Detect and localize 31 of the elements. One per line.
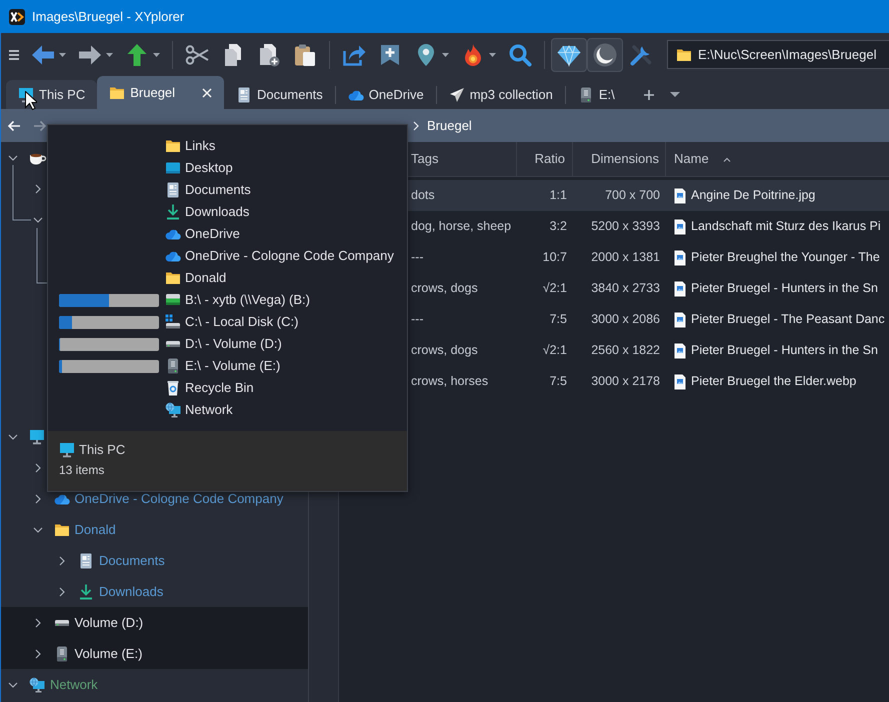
- tags-text: dog, horse, sheep: [411, 219, 512, 234]
- dimensions-text: 700 x 700: [605, 188, 660, 203]
- file-name: Pieter Bruegel - Hunters in the Sn: [691, 343, 878, 358]
- file-name: Landschaft mit Sturz des Ikarus Pi: [691, 219, 881, 234]
- ratio-text: √2:1: [542, 281, 567, 296]
- tags-text: crows, horses: [411, 374, 488, 389]
- ratio-text: 7:5: [550, 374, 567, 389]
- tags-text: crows, dogs: [411, 343, 478, 358]
- footer-title: This PC: [79, 442, 126, 458]
- file-name: Angine De Poitrine.jpg: [691, 188, 816, 203]
- dimensions-text: 2560 x 1822: [591, 343, 660, 358]
- dimensions-text: 5200 x 3393: [591, 219, 660, 234]
- tags-text: dots: [411, 188, 435, 203]
- dimensions-text: 3840 x 2733: [591, 281, 660, 296]
- tags-text: ---: [411, 250, 424, 265]
- dimensions-text: 3000 x 2086: [591, 312, 660, 327]
- window-title: Images\Bruegel - XYplorer: [32, 8, 184, 24]
- file-name: Pieter Breughel the Younger - The: [691, 250, 880, 265]
- file-name: Pieter Bruegel - Hunters in the Sn: [691, 281, 878, 296]
- file-name: Pieter Bruegel the Elder.webp: [691, 374, 856, 389]
- dimensions-text: 3000 x 2178: [591, 374, 660, 389]
- ratio-text: 3:2: [550, 219, 567, 234]
- dimensions-text: 2000 x 1381: [591, 250, 660, 265]
- ratio-text: √2:1: [542, 343, 567, 358]
- item-count: 13 items: [59, 462, 104, 478]
- ratio-text: 1:1: [550, 188, 567, 203]
- tags-text: ---: [411, 312, 424, 327]
- tags-text: crows, dogs: [411, 281, 478, 296]
- ratio-text: 10:7: [542, 250, 567, 265]
- ratio-text: 7:5: [550, 312, 567, 327]
- file-name: Pieter Bruegel - The Peasant Danc: [691, 312, 885, 327]
